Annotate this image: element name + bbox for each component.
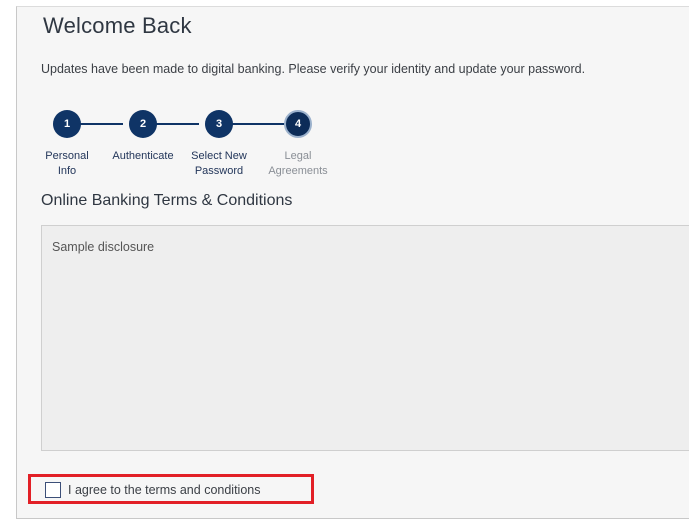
page-title: Welcome Back [43, 13, 192, 38]
step-1-label-line1: Personal [45, 150, 89, 162]
agree-terms-checkbox-row[interactable]: I agree to the terms and conditions [45, 480, 260, 500]
page-subtitle: Updates have been made to digital bankin… [41, 62, 586, 76]
step-3-label-line2: Password [194, 165, 244, 177]
step-2-circle: 2 [129, 110, 157, 138]
agree-terms-label[interactable]: I agree to the terms and conditions [68, 483, 260, 497]
disclosure-text: Sample disclosure [52, 240, 155, 254]
step-1-label: Personal Info [32, 149, 102, 179]
step-3-label: Select New Password [184, 149, 254, 179]
step-4-circle: 4 [284, 110, 312, 138]
step-1-circle: 1 [53, 110, 81, 138]
progress-stepper: 1 2 3 4 Personal Info Authenticate Selec… [41, 107, 341, 179]
content-frame: Welcome Back Updates have been made to d… [16, 6, 689, 519]
step-4-label-line1: Legal [284, 150, 312, 162]
agree-terms-checkbox[interactable] [45, 482, 61, 498]
step-2-label: Authenticate [108, 149, 178, 164]
step-1-label-line2: Info [57, 165, 77, 177]
step-2-label-line1: Authenticate [112, 150, 174, 162]
step-3-label-line1: Select New [191, 150, 247, 162]
step-4-label-line2: Agreements [268, 165, 328, 177]
terms-section-title: Online Banking Terms & Conditions [41, 192, 293, 209]
step-4-label: Legal Agreements [263, 149, 333, 179]
terms-disclosure-box[interactable]: Sample disclosure [41, 225, 689, 451]
step-3-circle: 3 [205, 110, 233, 138]
